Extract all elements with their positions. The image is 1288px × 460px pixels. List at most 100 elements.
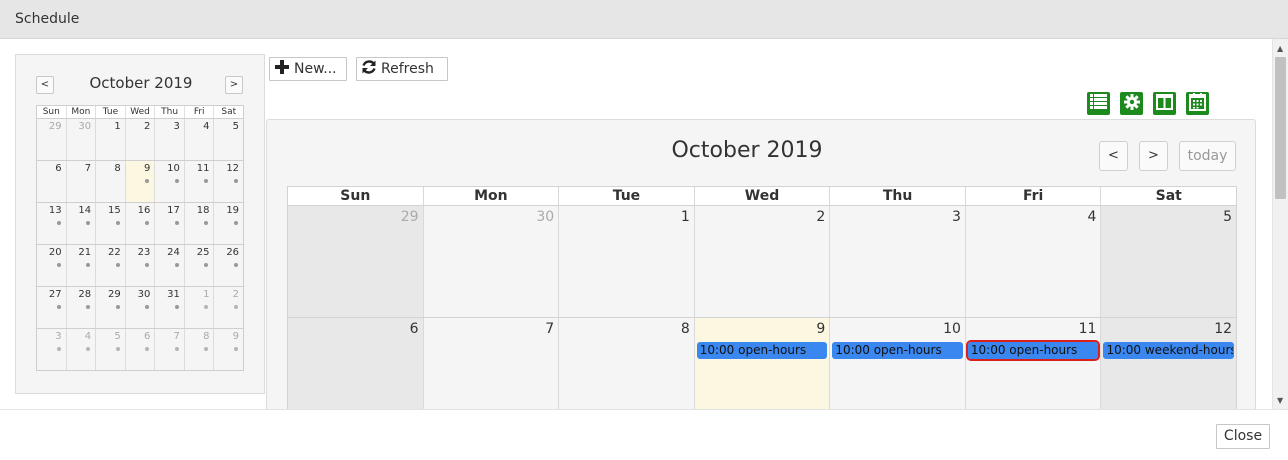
- mini-day-cell[interactable]: 4: [66, 329, 97, 370]
- close-button[interactable]: Close: [1216, 424, 1270, 449]
- mini-day-cell[interactable]: 2: [214, 287, 244, 328]
- calendar-next-button[interactable]: >: [1139, 141, 1168, 171]
- scroll-down-icon[interactable]: ▼: [1277, 396, 1283, 405]
- day-cell[interactable]: 1: [559, 206, 695, 317]
- mini-day-cell[interactable]: 7: [66, 161, 97, 202]
- mini-day-cell[interactable]: 22: [96, 245, 126, 286]
- mini-day-cell[interactable]: 5: [96, 329, 126, 370]
- day-cell[interactable]: 8: [559, 318, 695, 409]
- mini-day-cell[interactable]: 14: [66, 203, 97, 244]
- calendar-prev-button[interactable]: <: [1099, 141, 1128, 171]
- mini-day-cell[interactable]: 21: [66, 245, 97, 286]
- event-dot-icon: [234, 347, 239, 351]
- mini-day-cell[interactable]: 19: [214, 203, 244, 244]
- mini-day-number: 1: [203, 289, 210, 300]
- scrollbar-thumb[interactable]: [1275, 57, 1286, 199]
- mini-day-cell-today[interactable]: 9: [125, 161, 156, 202]
- plus-icon: [274, 59, 290, 80]
- day-cell[interactable]: 3: [830, 206, 966, 317]
- mini-prev-month-button[interactable]: <: [36, 76, 54, 94]
- mini-day-cell[interactable]: 13: [37, 203, 67, 244]
- day-number: 1: [680, 209, 690, 225]
- mini-day-number: 3: [55, 331, 62, 342]
- mini-day-number: 24: [167, 247, 180, 258]
- calendar-event[interactable]: 10:00 open-hours: [696, 342, 828, 359]
- mini-weekday: Wed: [126, 106, 156, 118]
- day-cell-today[interactable]: 9 10:00 open-hours: [694, 318, 831, 409]
- mini-day-cell[interactable]: 16: [125, 203, 156, 244]
- mini-day-cell[interactable]: 24: [155, 245, 185, 286]
- mini-day-cell[interactable]: 4: [184, 119, 215, 160]
- mini-day-cell[interactable]: 8: [184, 329, 215, 370]
- mini-day-cell[interactable]: 3: [37, 329, 67, 370]
- new-button[interactable]: New...: [269, 57, 347, 81]
- mini-day-cell[interactable]: 10: [155, 161, 185, 202]
- calendar-today-button[interactable]: today: [1179, 141, 1236, 171]
- refresh-button[interactable]: Refresh: [356, 57, 448, 81]
- mini-weekday-header: Sun Mon Tue Wed Thu Fri Sat: [36, 105, 244, 119]
- scroll-up-icon[interactable]: ▲: [1277, 44, 1283, 53]
- mini-day-cell[interactable]: 26: [214, 245, 244, 286]
- columns-view-button[interactable]: [1153, 92, 1176, 115]
- mini-day-cell[interactable]: 17: [155, 203, 185, 244]
- mini-day-number: 10: [167, 163, 180, 174]
- mini-day-cell[interactable]: 1: [96, 119, 126, 160]
- mini-day-cell[interactable]: 7: [155, 329, 185, 370]
- day-cell[interactable]: 29: [288, 206, 424, 317]
- event-dot-icon: [145, 179, 150, 183]
- month-view-button[interactable]: [1186, 92, 1209, 115]
- mini-day-cell[interactable]: 2: [125, 119, 156, 160]
- weekday-header: Sun Mon Tue Wed Thu Fri Sat: [287, 186, 1237, 206]
- mini-day-cell[interactable]: 6: [125, 329, 156, 370]
- day-cell[interactable]: 7: [423, 318, 560, 409]
- mini-next-month-button[interactable]: >: [225, 76, 243, 94]
- settings-button[interactable]: [1120, 92, 1143, 115]
- mini-day-cell[interactable]: 25: [184, 245, 215, 286]
- calendar-event[interactable]: 10:00 open-hours: [832, 342, 963, 359]
- event-dot-icon: [115, 263, 120, 267]
- event-dot-icon: [145, 305, 150, 309]
- mini-day-cell[interactable]: 29: [96, 287, 126, 328]
- mini-day-cell[interactable]: 12: [214, 161, 244, 202]
- mini-day-cell[interactable]: 3: [155, 119, 185, 160]
- calendar-event[interactable]: 10:00 weekend-hours: [1103, 342, 1235, 359]
- mini-day-cell[interactable]: 20: [37, 245, 67, 286]
- mini-day-cell[interactable]: 11: [184, 161, 215, 202]
- day-cell[interactable]: 2: [694, 206, 831, 317]
- mini-day-cell[interactable]: 23: [125, 245, 156, 286]
- day-cell[interactable]: 10 10:00 open-hours: [830, 318, 966, 409]
- mini-day-cell[interactable]: 1: [184, 287, 215, 328]
- mini-day-cell[interactable]: 30: [125, 287, 156, 328]
- event-dot-icon: [86, 305, 91, 309]
- mini-week-row: 29 30 1 2 3 4 5: [36, 119, 244, 161]
- mini-day-cell[interactable]: 5: [214, 119, 244, 160]
- mini-day-cell[interactable]: 29: [37, 119, 67, 160]
- event-dot-icon: [115, 221, 120, 225]
- mini-day-cell[interactable]: 31: [155, 287, 185, 328]
- day-cell[interactable]: 30: [423, 206, 560, 317]
- mini-day-cell[interactable]: 9: [214, 329, 244, 370]
- list-view-button[interactable]: [1087, 92, 1110, 115]
- mini-day-cell[interactable]: 8: [96, 161, 126, 202]
- day-cell[interactable]: 6: [288, 318, 424, 409]
- mini-day-cell[interactable]: 27: [37, 287, 67, 328]
- weekday-label: Sat: [1155, 188, 1182, 204]
- mini-day-number: 30: [78, 121, 92, 132]
- mini-day-cell[interactable]: 6: [37, 161, 67, 202]
- mini-day-cell[interactable]: 18: [184, 203, 215, 244]
- mini-day-number: 1: [114, 121, 121, 132]
- vertical-scrollbar[interactable]: ▲ ▼: [1272, 39, 1288, 409]
- mini-day-cell[interactable]: 28: [66, 287, 97, 328]
- mini-day-number: 8: [114, 163, 121, 174]
- mini-day-cell[interactable]: 30: [66, 119, 97, 160]
- mini-day-number: 20: [48, 247, 62, 258]
- mini-week-row: 3 4 5 6 7 8 9: [36, 329, 244, 371]
- mini-day-number: 7: [173, 331, 180, 342]
- day-cell[interactable]: 5: [1101, 206, 1237, 317]
- day-cell[interactable]: 12 10:00 weekend-hours: [1101, 318, 1237, 409]
- mini-day-cell[interactable]: 15: [96, 203, 126, 244]
- event-dot-icon: [56, 305, 61, 309]
- day-cell[interactable]: 11 10:00 open-hours: [965, 318, 1102, 409]
- day-cell[interactable]: 4: [965, 206, 1102, 317]
- calendar-event-selected[interactable]: 10:00 open-hours: [965, 340, 1101, 361]
